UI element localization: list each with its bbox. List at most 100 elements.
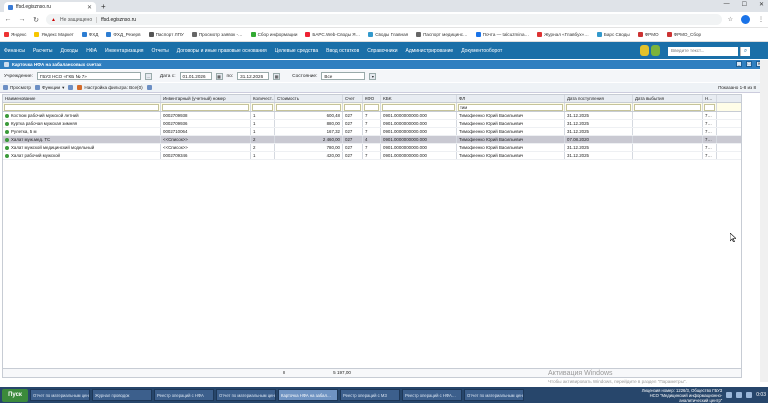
institution-field[interactable]: ГБУЗ НСО «ГКБ № 7» bbox=[36, 72, 141, 80]
bookmark-item[interactable]: ФХД bbox=[81, 32, 98, 37]
address-bar[interactable]: ▲ Не защищено ffsd.egisznso.ru bbox=[46, 14, 722, 25]
column-filter-input[interactable] bbox=[252, 104, 273, 111]
menu-item[interactable]: Доходы bbox=[61, 48, 79, 54]
maximize-icon[interactable]: ☐ bbox=[742, 1, 747, 8]
search-icon[interactable]: ⌕ bbox=[740, 47, 750, 56]
column-filter-input[interactable] bbox=[276, 104, 341, 111]
menu-kebab-icon[interactable]: ⋮ bbox=[758, 16, 764, 23]
chevron-down-icon[interactable]: ▾ bbox=[369, 72, 377, 80]
calendar-to-icon[interactable]: ▦ bbox=[273, 72, 281, 80]
state-select[interactable]: Все bbox=[321, 72, 366, 80]
column-header[interactable]: Инвентарный (учетный) номер bbox=[161, 95, 251, 102]
bookmark-item[interactable]: Своды Главная bbox=[368, 32, 408, 37]
view-button[interactable]: Просмотр bbox=[3, 85, 31, 90]
start-button[interactable]: Пуск bbox=[2, 388, 28, 402]
panel-maximize-icon[interactable]: □ bbox=[746, 61, 752, 67]
bookmark-item[interactable]: Яндекс bbox=[4, 32, 26, 37]
column-header[interactable]: Дата поступления bbox=[565, 95, 633, 102]
bookmark-item[interactable]: БАРС.Web-Своды Я… bbox=[305, 32, 360, 37]
menu-item[interactable]: НФА bbox=[86, 48, 97, 54]
table-row[interactable]: Халат рабочий мужской 0002709346 1 420,00 02… bbox=[3, 152, 741, 160]
institution-picker-icon[interactable]: … bbox=[144, 72, 152, 80]
menu-item[interactable]: Справочники bbox=[367, 48, 397, 54]
menu-item[interactable]: Договоры и иные правовые основания bbox=[177, 48, 267, 54]
table-row[interactable]: Куртка рабочая мужская зимняя 0002709936 1… bbox=[3, 120, 741, 128]
bookmark-item[interactable]: Журнал «Главбух»… bbox=[537, 32, 589, 37]
menu-item[interactable]: Целевые средства bbox=[275, 48, 318, 54]
menu-item[interactable]: Администрирование bbox=[406, 48, 454, 54]
close-window-icon[interactable]: ✕ bbox=[759, 1, 764, 8]
bookmark-item[interactable]: ФРМО_Сбор bbox=[666, 32, 701, 37]
taskbar-window-button[interactable]: Отчет по материальным ценн… bbox=[216, 389, 276, 401]
table-row[interactable]: Костюм рабочий мужской летний 0002709938 1… bbox=[3, 112, 741, 120]
column-header[interactable]: Н… bbox=[703, 95, 717, 102]
functions-button[interactable]: Функции ▾ bbox=[34, 85, 64, 91]
forward-icon[interactable]: → bbox=[18, 16, 26, 23]
panel-minimize-icon[interactable]: _ bbox=[736, 61, 742, 67]
column-filter-input[interactable] bbox=[704, 104, 715, 111]
volume-icon[interactable] bbox=[736, 392, 743, 398]
column-header[interactable]: Дата выбытия bbox=[633, 95, 703, 102]
column-filter-input[interactable] bbox=[344, 104, 361, 111]
menu-item[interactable]: Ввод остатков bbox=[326, 48, 359, 54]
close-tab-icon[interactable]: ✕ bbox=[87, 4, 92, 11]
page-scrollbar[interactable] bbox=[760, 60, 768, 382]
filter-setup-button[interactable]: Настройка фильтра: Все(0) bbox=[77, 85, 143, 90]
language-icon[interactable] bbox=[746, 392, 753, 398]
bookmark-item[interactable]: Яндекс Маркет bbox=[34, 32, 74, 37]
taskbar-window-button[interactable]: Журнал проводок bbox=[92, 389, 152, 401]
bookmark-item[interactable]: ФРМО bbox=[637, 32, 659, 37]
column-header[interactable]: ФЛ bbox=[457, 95, 565, 102]
back-icon[interactable]: ← bbox=[4, 16, 12, 23]
table-row[interactable]: Рулетка, 5 м 0002710064 1 167,32 027 7 0901.00… bbox=[3, 128, 741, 136]
table-row[interactable]: Халат мужской медицинский модельный <<Спи… bbox=[3, 144, 741, 152]
column-filter-input[interactable] bbox=[566, 104, 631, 111]
network-icon[interactable] bbox=[726, 392, 733, 398]
minimize-icon[interactable]: — bbox=[724, 1, 730, 8]
new-tab-icon[interactable]: + bbox=[101, 2, 106, 12]
clock[interactable]: 0:03 bbox=[756, 392, 766, 398]
calendar-from-icon[interactable]: ▦ bbox=[215, 72, 223, 80]
column-filter-input[interactable] bbox=[364, 104, 379, 111]
taskbar-window-button[interactable]: Реестр операций с НФА bbox=[154, 389, 214, 401]
taskbar-window-button[interactable]: Отчет по материальным ценн… bbox=[464, 389, 524, 401]
menu-item[interactable]: Инвентаризация bbox=[105, 48, 144, 54]
refresh-button[interactable] bbox=[68, 85, 74, 90]
filter-clear-button[interactable] bbox=[146, 85, 152, 90]
date-to-field[interactable]: 31.12.2026 bbox=[237, 72, 270, 80]
bookmark-item[interactable]: Сбор информации bbox=[250, 32, 297, 37]
bookmark-item[interactable]: ФХД_Резерв bbox=[106, 32, 141, 37]
column-header[interactable]: КФО bbox=[363, 95, 381, 102]
bookmark-item[interactable]: Барс Своды bbox=[596, 32, 630, 37]
bookmark-label: Паспорт медицинс… bbox=[423, 32, 468, 37]
bookmark-item[interactable]: Почта — talcuzmina… bbox=[475, 32, 529, 37]
column-filter-input[interactable] bbox=[4, 104, 159, 111]
taskbar-window-button[interactable]: Реестр операций с НФА… bbox=[402, 389, 462, 401]
bookmark-star-icon[interactable]: ☆ bbox=[728, 16, 733, 23]
bookmark-item[interactable]: Паспорт ЛПУ bbox=[148, 32, 184, 37]
taskbar-window-button[interactable]: Карточка НФА на забал… bbox=[278, 389, 338, 401]
menu-item[interactable]: Документооборот bbox=[461, 48, 502, 54]
menu-item[interactable]: Расчеты bbox=[33, 48, 53, 54]
bookmark-item[interactable]: Паспорт медицинс… bbox=[416, 32, 468, 37]
column-header[interactable]: Стоимость bbox=[275, 95, 343, 102]
browser-tab[interactable]: ffsd.egisznso.ru ✕ bbox=[4, 2, 96, 12]
profile-avatar-icon[interactable] bbox=[741, 15, 750, 24]
date-from-field[interactable]: 01.01.2026 bbox=[179, 72, 212, 80]
column-filter-input[interactable]: тим bbox=[458, 104, 563, 111]
table-row[interactable]: Халат муж.мед. ТС <<Список>> 2 2 460,00 027 4… bbox=[3, 136, 741, 144]
column-header[interactable]: KБK bbox=[381, 95, 457, 102]
bookmark-item[interactable]: Просмотр заявок -… bbox=[191, 32, 243, 37]
column-filter-input[interactable] bbox=[382, 104, 455, 111]
column-filter-input[interactable] bbox=[634, 104, 701, 111]
column-header[interactable]: Счет bbox=[343, 95, 363, 102]
menu-item[interactable]: Финансы bbox=[4, 48, 25, 54]
app-search-input[interactable]: Введите текст... bbox=[668, 47, 738, 56]
column-filter-input[interactable] bbox=[162, 104, 249, 111]
column-header[interactable]: Наименование bbox=[3, 95, 161, 102]
taskbar-window-button[interactable]: Реестр операций с МЗ bbox=[340, 389, 400, 401]
taskbar-window-button[interactable]: Отчет по материальным ценн… bbox=[30, 389, 90, 401]
reload-icon[interactable]: ↻ bbox=[32, 16, 40, 24]
column-header[interactable]: Количест… bbox=[251, 95, 275, 102]
menu-item[interactable]: Отчеты bbox=[151, 48, 168, 54]
